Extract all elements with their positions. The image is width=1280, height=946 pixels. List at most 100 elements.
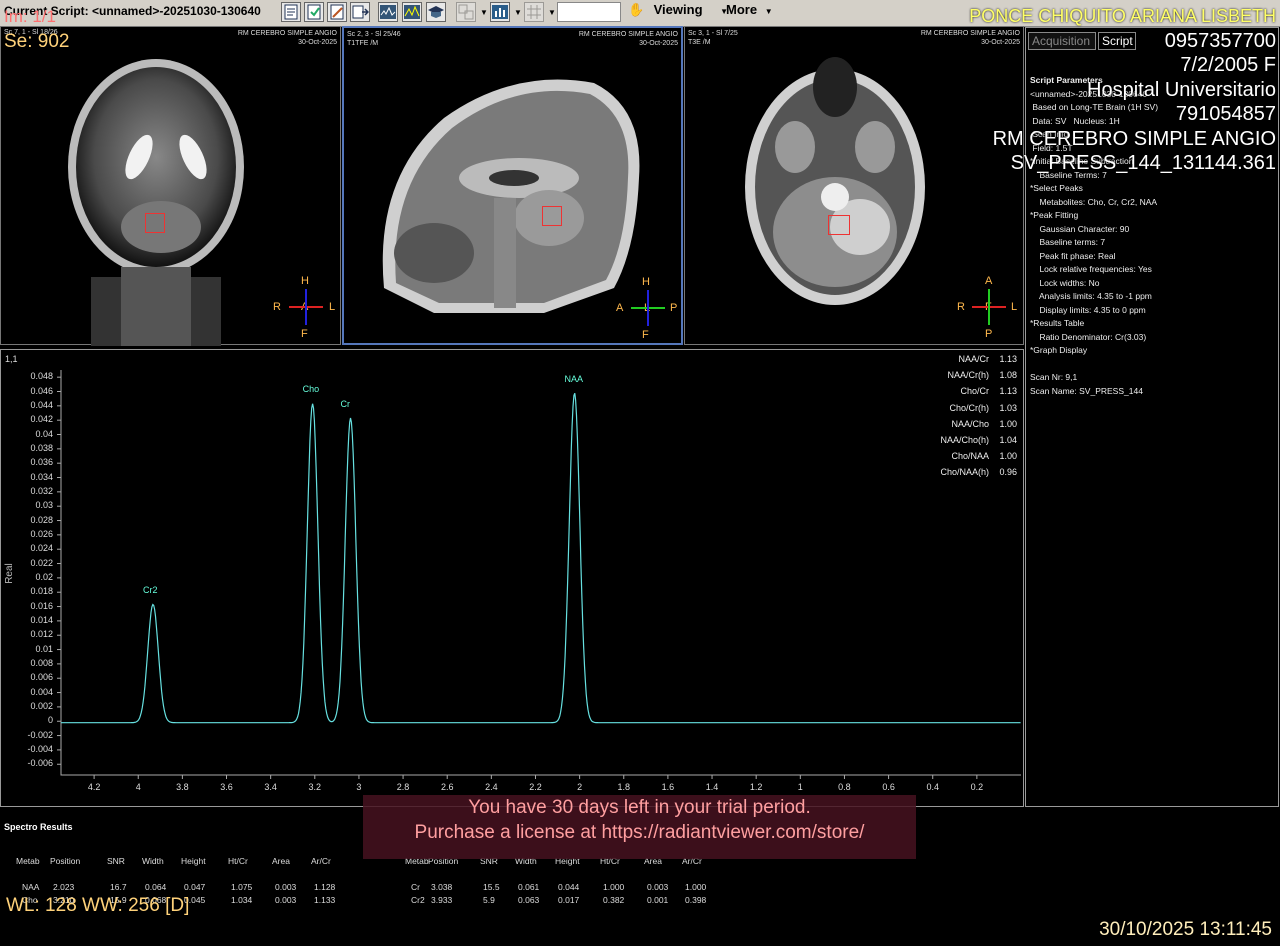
education-icon[interactable] <box>426 2 446 22</box>
results-cell: 0.003 <box>275 895 297 905</box>
script-param-line: Scan Nr: 9,1 <box>1030 372 1078 382</box>
viewport-study-info: RM CEREBRO SIMPLE ANGIO 30-Oct-2025 <box>237 30 337 46</box>
results-cell: 0.064 <box>145 882 167 892</box>
window-level: WL: 128 WW: 256 [D] <box>6 895 190 916</box>
script-save-icon[interactable] <box>304 2 324 22</box>
spectrum-view-icon[interactable] <box>378 2 398 22</box>
viewport-info: Sc 2, 3 - Sl 25/46 T1TFE /M <box>347 31 401 47</box>
orientation-bottom: F <box>642 329 649 341</box>
ratio-label: NAA/Cr <box>958 354 989 364</box>
script-param-line: Metabolites: Cho, Cr, Cr2, NAA <box>1030 196 1158 207</box>
results-cell: 0.061 <box>518 882 540 892</box>
script-param-line: Display limits: 4.35 to 0 ppm <box>1030 304 1146 315</box>
ratio-value: 1.13 <box>999 354 1017 364</box>
orientation-right: L <box>1011 301 1018 313</box>
chart-layout-icon[interactable] <box>490 2 510 22</box>
orientation-bottom: F <box>301 328 308 340</box>
orientation-top: H <box>301 275 309 287</box>
ratio-value: 1.00 <box>999 418 1017 429</box>
results-header: Ar/Cr <box>311 856 331 866</box>
ratio-value: 1.13 <box>999 386 1017 397</box>
chevron-down-icon[interactable]: ▼ <box>548 8 556 17</box>
more-button[interactable]: More ▼ <box>726 2 773 22</box>
ratio-label: NAA/Cho <box>951 418 989 429</box>
script-param-line: Baseline terms: 7 <box>1030 237 1106 247</box>
chevron-down-icon[interactable]: ▼ <box>480 8 488 17</box>
ratio-label: Cho/Cr <box>960 386 989 397</box>
institution: Hospital Universitario <box>1087 78 1276 101</box>
results-cell: 1.000 <box>685 882 707 892</box>
script-param-line <box>1030 358 1158 372</box>
results-cell: 1.128 <box>314 882 336 892</box>
results-cell: 1.075 <box>231 882 253 892</box>
results-cell: 3.933 <box>431 895 453 905</box>
ratio-value: 1.00 <box>999 451 1017 462</box>
spectrum-plot <box>57 370 1021 779</box>
more-label: More <box>726 2 758 17</box>
voxel-roi[interactable] <box>542 206 562 226</box>
orientation-left: R <box>273 301 281 313</box>
image-index: Im: 1/1 <box>4 7 56 26</box>
patient-dob-sex: 7/2/2005 F <box>1180 54 1276 76</box>
trial-line-2: Purchase a license at https://radiantvie… <box>414 822 865 843</box>
trial-line-1: You have 30 days left in your trial peri… <box>468 797 811 818</box>
ratio-label: NAA/Cho(h) <box>940 435 989 445</box>
toolbar-combo[interactable] <box>557 2 621 22</box>
voxel-roi[interactable] <box>828 215 850 235</box>
results-cell: 0.001 <box>647 895 669 905</box>
spectrum-fit-icon[interactable] <box>402 2 422 22</box>
hand-icon: ✋ <box>628 2 645 17</box>
results-cell: 0.063 <box>518 895 540 905</box>
results-header: SNR <box>107 856 125 866</box>
layout-icon[interactable] <box>456 2 476 22</box>
viewport-info: Sc 3, 1 - Sl 7/25 T3E /M <box>688 30 738 46</box>
voxel-roi[interactable] <box>145 213 165 233</box>
orientation-right: P <box>670 302 678 314</box>
trial-banner[interactable]: You have 30 days left in your trial peri… <box>363 795 916 859</box>
series-number: Se: 902 <box>4 31 70 52</box>
study-description: RM CEREBRO SIMPLE ANGIO <box>992 127 1276 150</box>
orientation-bottom: P <box>985 328 993 340</box>
orientation-left: R <box>957 301 965 313</box>
results-cell: 1.133 <box>314 895 336 905</box>
viewing-label: Viewing <box>653 2 703 17</box>
script-run-icon[interactable] <box>350 2 370 22</box>
ratio-value: 1.03 <box>999 402 1017 413</box>
results-cell: 1.034 <box>231 895 253 905</box>
script-param-line: *Peak Fitting <box>1030 210 1079 220</box>
results-header: Height <box>181 856 206 866</box>
ratio-value: 1.04 <box>999 435 1017 445</box>
peak-label-naa: NAA <box>564 373 584 384</box>
results-header: Width <box>142 856 164 866</box>
script-edit-icon[interactable] <box>327 2 347 22</box>
script-param-line: *Results Table <box>1030 318 1085 328</box>
script-param-line: Analysis limits: 4.35 to -1 ppm <box>1030 291 1152 301</box>
ratio-label: Cho/NAA <box>951 451 989 462</box>
viewport-sagittal[interactable]: Sc 2, 3 - Sl 25/46 T1TFE /M RM CEREBRO SI… <box>342 26 683 345</box>
results-title: Spectro Results <box>4 822 73 832</box>
accession-number: 791054857 <box>1175 103 1276 125</box>
viewport-coronal[interactable]: Sc 7, 1 - Sl 18/26 RM CEREBRO SIMPLE ANG… <box>0 26 341 346</box>
results-header: Position <box>50 856 81 866</box>
orientation-top: A <box>985 275 993 287</box>
script-editor-icon[interactable] <box>281 2 301 22</box>
results-cell: 15.5 <box>483 882 500 892</box>
ratio-label: Cho/Cr(h) <box>949 402 989 413</box>
results-cell: 0.382 <box>603 895 625 905</box>
patient-info: PONCE CHIQUITO ARIANA LISBETH 0957357700… <box>969 4 1276 176</box>
results-cell: 1.000 <box>603 882 625 892</box>
results-cell: 0.044 <box>558 882 580 892</box>
grid-icon[interactable] <box>524 2 544 22</box>
peak-label-cr2: Cr2 <box>143 584 158 595</box>
viewing-button[interactable]: ✋ Viewing ▼ <box>628 2 728 22</box>
chevron-down-icon[interactable]: ▼ <box>514 8 522 17</box>
results-cell: 16.7 <box>110 882 127 892</box>
results-cell: 0.003 <box>647 882 669 892</box>
results-cell: Cr <box>411 882 420 892</box>
script-param-line: *Graph Display <box>1030 345 1088 355</box>
viewport-study-info: RM CEREBRO SIMPLE ANGIO 30-Oct-2025 <box>578 31 678 47</box>
spectrum-panel[interactable]: 1,1 Real 0.048 0.046 0.044 0.042 0.04 0.038 0.… <box>0 349 1024 807</box>
patient-name: PONCE CHIQUITO ARIANA LISBETH <box>969 6 1276 26</box>
ratio-label: Cho/NAA(h) <box>940 467 989 478</box>
ratio-value: 1.08 <box>999 370 1017 381</box>
